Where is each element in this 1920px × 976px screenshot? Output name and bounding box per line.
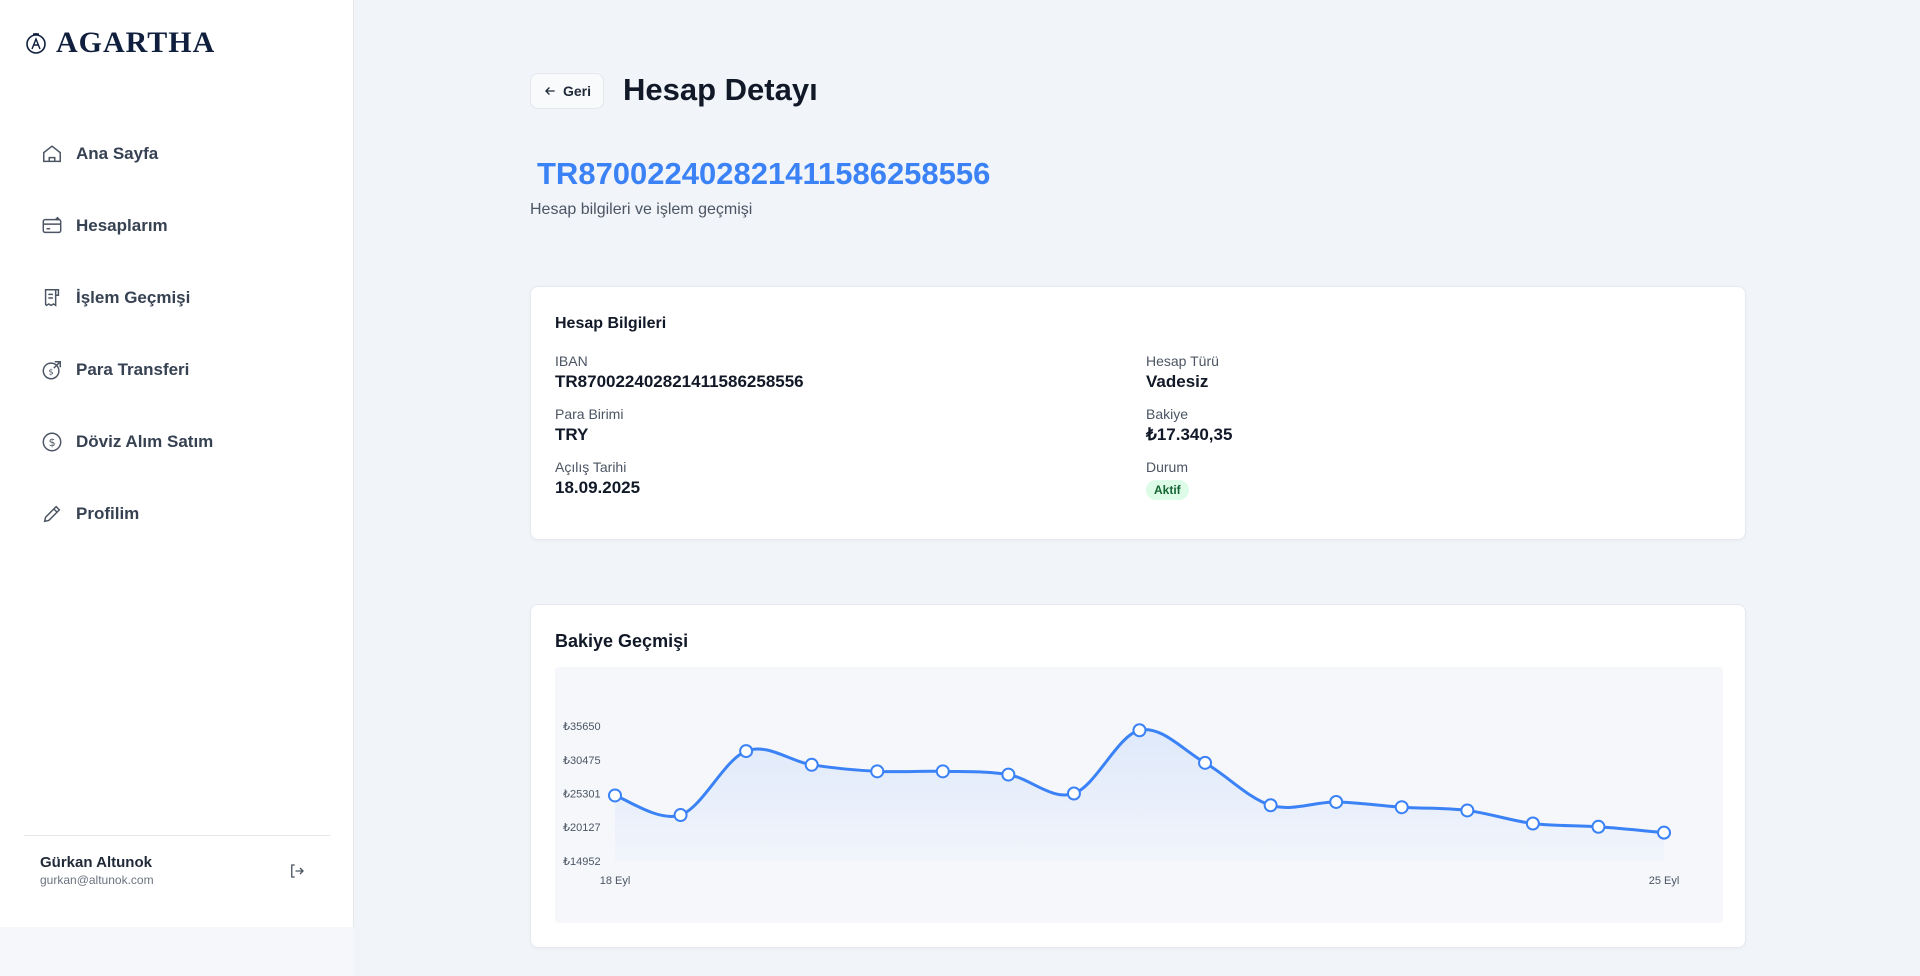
data-point[interactable] [1132, 723, 1147, 738]
y-tick-label: ₺20127 [563, 822, 601, 834]
sidebar-item-label: Para Transferi [76, 360, 190, 379]
info-value: 18.09.2025 [555, 478, 641, 497]
dollar-circle-icon: $ [40, 430, 64, 454]
info-iban: IBAN TR870022402821411586258556 [555, 353, 1146, 392]
credit-card-icon [40, 214, 64, 238]
back-button-label: Geri [563, 83, 592, 99]
account-iban-heading: TR870022402821411586258556 [537, 156, 991, 191]
info-value: Vadesiz [1146, 372, 1209, 391]
info-label: Durum [1146, 459, 1189, 475]
brand-logo[interactable]: AGARTHA [24, 26, 215, 60]
home-icon [40, 142, 64, 166]
logout-icon [291, 864, 304, 878]
sidebar: AGARTHA Ana Sayfa Hesaplarım İşlem Geçmi… [0, 0, 354, 927]
y-tick-label: ₺35650 [563, 721, 601, 733]
account-info-card: Hesap Bilgileri IBAN TR87002240282141158… [530, 286, 1746, 540]
sidebar-nav: Ana Sayfa Hesaplarım İşlem Geçmişi $ Par… [28, 128, 328, 560]
data-point[interactable] [1001, 767, 1016, 782]
data-point[interactable] [608, 788, 622, 803]
chart-title: Bakiye Geçmişi [555, 631, 689, 651]
info-status: Durum Aktif [1146, 459, 1725, 500]
info-label: IBAN [555, 353, 588, 369]
info-value: TR870022402821411586258556 [555, 372, 804, 391]
sidebar-item-label: Döviz Alım Satım [76, 432, 214, 451]
account-info-title: Hesap Bilgileri [555, 315, 667, 332]
arrow-left-icon [545, 87, 555, 95]
info-opened-date: Açılış Tarihi 18.09.2025 [555, 459, 1146, 500]
logo-icon [26, 33, 46, 54]
data-point[interactable] [1066, 786, 1081, 801]
balance-chart: ₺35650 ₺30475 ₺25301 ₺20127 ₺14952 18 Eyl 25 … [555, 667, 1723, 923]
data-point[interactable] [1329, 794, 1344, 809]
sidebar-item-label: Ana Sayfa [76, 144, 159, 163]
data-point[interactable] [1591, 819, 1606, 834]
info-currency: Para Birimi TRY [555, 406, 1146, 445]
sidebar-item-label: İşlem Geçmişi [76, 288, 191, 307]
x-tick-label: 18 Eyl [600, 875, 631, 887]
y-tick-label: ₺25301 [563, 789, 601, 801]
data-point[interactable] [870, 764, 885, 779]
sidebar-item-para-transferi[interactable]: $ Para Transferi [28, 344, 328, 396]
sidebar-item-hesaplarim[interactable]: Hesaplarım [28, 200, 328, 252]
balance-history-card: Bakiye Geçmişi ₺35650 ₺30475 ₺25301 ₺20127 ₺… [530, 604, 1746, 948]
x-tick-label: 25 Eyl [1649, 875, 1680, 887]
logout-button[interactable] [288, 862, 308, 882]
svg-text:$: $ [49, 436, 56, 449]
receipt-icon [40, 286, 64, 310]
info-label: Para Birimi [555, 406, 624, 422]
info-label: Açılış Tarihi [555, 459, 627, 475]
sidebar-item-label: Profilim [76, 504, 140, 523]
data-point[interactable] [673, 808, 688, 823]
svg-text:$: $ [48, 367, 53, 377]
back-button[interactable]: Geri [530, 73, 605, 109]
account-info-grid: IBAN TR870022402821411586258556 Hesap Tü… [555, 353, 1725, 500]
info-value: ₺17.340,35 [1146, 425, 1233, 444]
money-transfer-icon: $ [40, 358, 64, 382]
info-account-type: Hesap Türü Vadesiz [1146, 353, 1725, 392]
pencil-icon [40, 502, 64, 526]
user-profile-box: Gürkan Altunok gurkan@altunok.com [24, 835, 330, 887]
info-label: Hesap Türü [1146, 353, 1219, 369]
data-point[interactable] [1525, 816, 1540, 831]
info-label: Bakiye [1146, 406, 1189, 422]
sidebar-item-doviz-alim-satim[interactable]: $ Döviz Alım Satım [28, 416, 328, 468]
sidebar-footer-area [0, 927, 354, 976]
page-title: Hesap Detayı [623, 72, 818, 107]
data-point[interactable] [804, 757, 819, 772]
data-point[interactable] [935, 764, 950, 779]
info-balance: Bakiye ₺17.340,35 [1146, 406, 1725, 445]
data-point[interactable] [1460, 803, 1475, 818]
data-point[interactable] [1657, 825, 1671, 840]
data-point[interactable] [1198, 755, 1213, 770]
sidebar-item-islem-gecmisi[interactable]: İşlem Geçmişi [28, 272, 328, 324]
sidebar-item-ana-sayfa[interactable]: Ana Sayfa [28, 128, 328, 180]
y-tick-label: ₺30475 [563, 755, 601, 767]
sidebar-item-label: Hesaplarım [76, 216, 168, 235]
balance-chart-svg: ₺35650 ₺30475 ₺25301 ₺20127 ₺14952 18 Eyl 25 … [563, 721, 1680, 887]
y-tick-label: ₺14952 [563, 856, 601, 868]
sidebar-item-profilim[interactable]: Profilim [28, 488, 328, 540]
balance-area [615, 729, 1664, 861]
data-point[interactable] [1394, 800, 1409, 815]
data-point[interactable] [739, 744, 754, 759]
page-subtitle: Hesap bilgileri ve işlem geçmişi [530, 201, 753, 218]
status-badge: Aktif [1146, 480, 1189, 500]
user-name: Gürkan Altunok [40, 854, 152, 871]
info-value: TRY [555, 425, 589, 444]
brand-name: AGARTHA [56, 26, 216, 59]
user-email: gurkan@altunok.com [40, 873, 154, 887]
data-point[interactable] [1263, 798, 1278, 813]
